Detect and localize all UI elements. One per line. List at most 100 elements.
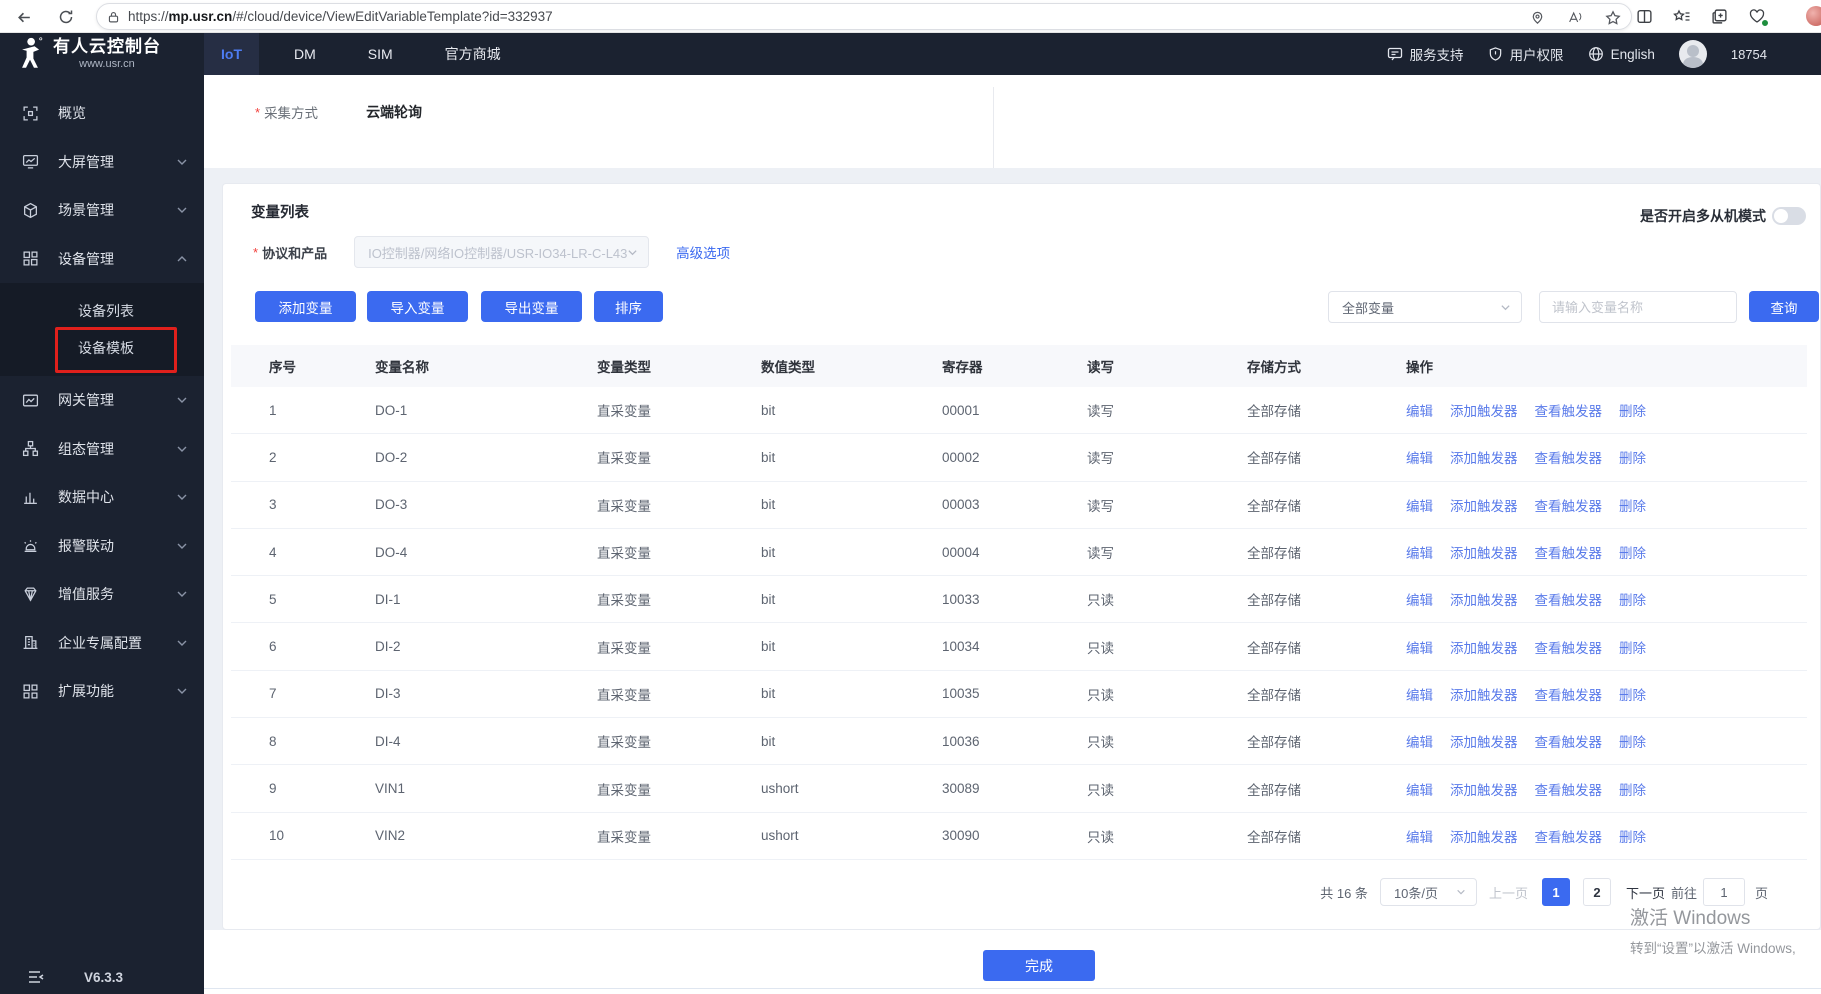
sidebar-item[interactable]: 设备管理 — [0, 235, 204, 284]
action-link[interactable]: 删除 — [1619, 684, 1646, 704]
action-link[interactable]: 删除 — [1619, 779, 1646, 799]
browser-essentials-icon[interactable] — [1748, 8, 1766, 25]
action-link[interactable]: 添加触发器 — [1450, 447, 1518, 467]
action-link[interactable]: 编辑 — [1406, 447, 1433, 467]
action-link[interactable]: 删除 — [1619, 400, 1646, 420]
nav-tab-官方商城[interactable]: 官方商城 — [428, 33, 518, 75]
permissions-link[interactable]: 用户权限 — [1488, 44, 1564, 64]
done-button[interactable]: 完成 — [983, 950, 1095, 981]
protocol-select[interactable]: IO控制器/网络IO控制器/USR-IO34-LR-C-L431 — [354, 236, 649, 268]
url-bar[interactable]: https://mp.usr.cn/#/cloud/device/ViewEdi… — [96, 3, 1632, 30]
action-link[interactable]: 查看触发器 — [1535, 495, 1603, 515]
action-link[interactable]: 添加触发器 — [1450, 684, 1518, 704]
query-button[interactable]: 查询 — [1749, 291, 1819, 322]
variable-list-card: 变量列表 是否开启多从机模式 * 协议和产品 IO控制器/网络IO控制器/USR… — [222, 183, 1821, 930]
action-link[interactable]: 添加触发器 — [1450, 637, 1518, 657]
action-link[interactable]: 删除 — [1619, 826, 1646, 846]
sidebar-item[interactable]: 数据中心 — [0, 473, 204, 522]
nav-tab-iot[interactable]: IoT — [204, 33, 259, 75]
action-link[interactable]: 查看触发器 — [1535, 731, 1603, 751]
collections-icon[interactable] — [1711, 8, 1728, 25]
multi-slave-toggle[interactable] — [1772, 207, 1806, 225]
next-page-button[interactable]: 下一页 — [1626, 883, 1665, 902]
action-link[interactable]: 编辑 — [1406, 637, 1433, 657]
cell-data_type: bit — [761, 686, 942, 701]
nav-tab-sim[interactable]: SIM — [351, 33, 410, 75]
location-pin-icon[interactable] — [1530, 10, 1545, 25]
page-button-1[interactable]: 1 — [1542, 878, 1570, 906]
action-link[interactable]: 添加触发器 — [1450, 542, 1518, 562]
sidebar-item[interactable]: 增值服务 — [0, 570, 204, 619]
action-link[interactable]: 添加触发器 — [1450, 731, 1518, 751]
action-link[interactable]: 编辑 — [1406, 731, 1433, 751]
action-link[interactable]: 查看触发器 — [1535, 637, 1603, 657]
action-link[interactable]: 添加触发器 — [1450, 779, 1518, 799]
value-service-icon — [22, 586, 39, 603]
action-link[interactable]: 删除 — [1619, 447, 1646, 467]
advanced-options-link[interactable]: 高级选项 — [676, 242, 730, 262]
version-label: V6.3.3 — [84, 970, 123, 985]
action-link[interactable]: 查看触发器 — [1535, 400, 1603, 420]
sort-button[interactable]: 排序 — [594, 291, 663, 322]
sidebar-collapse-button[interactable] — [28, 970, 44, 984]
action-link[interactable]: 删除 — [1619, 731, 1646, 751]
action-link[interactable]: 编辑 — [1406, 542, 1433, 562]
sidebar-item[interactable]: 报警联动 — [0, 522, 204, 571]
action-link[interactable]: 添加触发器 — [1450, 495, 1518, 515]
read-aloud-icon[interactable] — [1567, 10, 1583, 25]
sidebar-item[interactable]: 概览 — [0, 89, 204, 138]
export-variable-button[interactable]: 导出变量 — [481, 291, 582, 322]
import-variable-button[interactable]: 导入变量 — [367, 291, 468, 322]
page-size-select[interactable]: 10条/页 — [1380, 878, 1477, 906]
sidebar-item[interactable]: 企业专属配置 — [0, 619, 204, 668]
goto-page-input[interactable] — [1703, 878, 1745, 906]
language-switcher[interactable]: English — [1588, 46, 1655, 62]
cell-name: DO-2 — [375, 450, 597, 465]
sidebar-item[interactable]: 网关管理 — [0, 376, 204, 425]
sidebar-item[interactable]: 扩展功能 — [0, 667, 204, 716]
sidebar-subitem[interactable]: 设备列表 — [0, 292, 204, 330]
cell-no: 8 — [269, 734, 375, 749]
add-variable-button[interactable]: 添加变量 — [255, 291, 356, 322]
sidebar-item[interactable]: 大屏管理 — [0, 138, 204, 187]
action-link[interactable]: 添加触发器 — [1450, 400, 1518, 420]
action-link[interactable]: 编辑 — [1406, 826, 1433, 846]
favorite-star-icon[interactable] — [1605, 10, 1621, 26]
action-link[interactable]: 添加触发器 — [1450, 589, 1518, 609]
action-link[interactable]: 查看触发器 — [1535, 779, 1603, 799]
action-link[interactable]: 查看触发器 — [1535, 826, 1603, 846]
data-center-icon — [22, 489, 39, 506]
favorites-bar-icon[interactable] — [1673, 8, 1691, 25]
action-link[interactable]: 编辑 — [1406, 495, 1433, 515]
browser-back-button[interactable] — [12, 5, 36, 29]
action-link[interactable]: 编辑 — [1406, 779, 1433, 799]
sidebar-subitem-highlighted[interactable]: 设备模板 — [0, 330, 204, 368]
split-screen-icon[interactable] — [1636, 8, 1653, 25]
sidebar-item[interactable]: 场景管理 — [0, 186, 204, 235]
action-link[interactable]: 查看触发器 — [1535, 684, 1603, 704]
sidebar-item[interactable]: 组态管理 — [0, 425, 204, 474]
action-link[interactable]: 编辑 — [1406, 400, 1433, 420]
action-link[interactable]: 添加触发器 — [1450, 826, 1518, 846]
variable-name-search-input[interactable] — [1539, 291, 1737, 323]
action-link[interactable]: 查看触发器 — [1535, 589, 1603, 609]
action-link[interactable]: 删除 — [1619, 589, 1646, 609]
brand-logo[interactable]: 有人云控制台 www.usr.cn — [16, 36, 161, 70]
support-link[interactable]: 服务支持 — [1387, 44, 1464, 64]
action-link[interactable]: 查看触发器 — [1535, 447, 1603, 467]
action-link[interactable]: 删除 — [1619, 637, 1646, 657]
page-button-2[interactable]: 2 — [1583, 878, 1611, 906]
cell-rw: 读写 — [1087, 495, 1247, 515]
browser-profile-avatar[interactable] — [1806, 6, 1821, 26]
nav-tab-dm[interactable]: DM — [277, 33, 333, 75]
action-link[interactable]: 编辑 — [1406, 684, 1433, 704]
browser-refresh-button[interactable] — [54, 5, 78, 29]
prev-page-button[interactable]: 上一页 — [1489, 883, 1528, 902]
user-avatar[interactable] — [1679, 40, 1707, 68]
action-link[interactable]: 编辑 — [1406, 589, 1433, 609]
action-link[interactable]: 查看触发器 — [1535, 542, 1603, 562]
action-link[interactable]: 删除 — [1619, 495, 1646, 515]
action-link[interactable]: 删除 — [1619, 542, 1646, 562]
variable-filter-select[interactable]: 全部变量 — [1328, 291, 1522, 323]
lock-icon — [107, 10, 120, 24]
